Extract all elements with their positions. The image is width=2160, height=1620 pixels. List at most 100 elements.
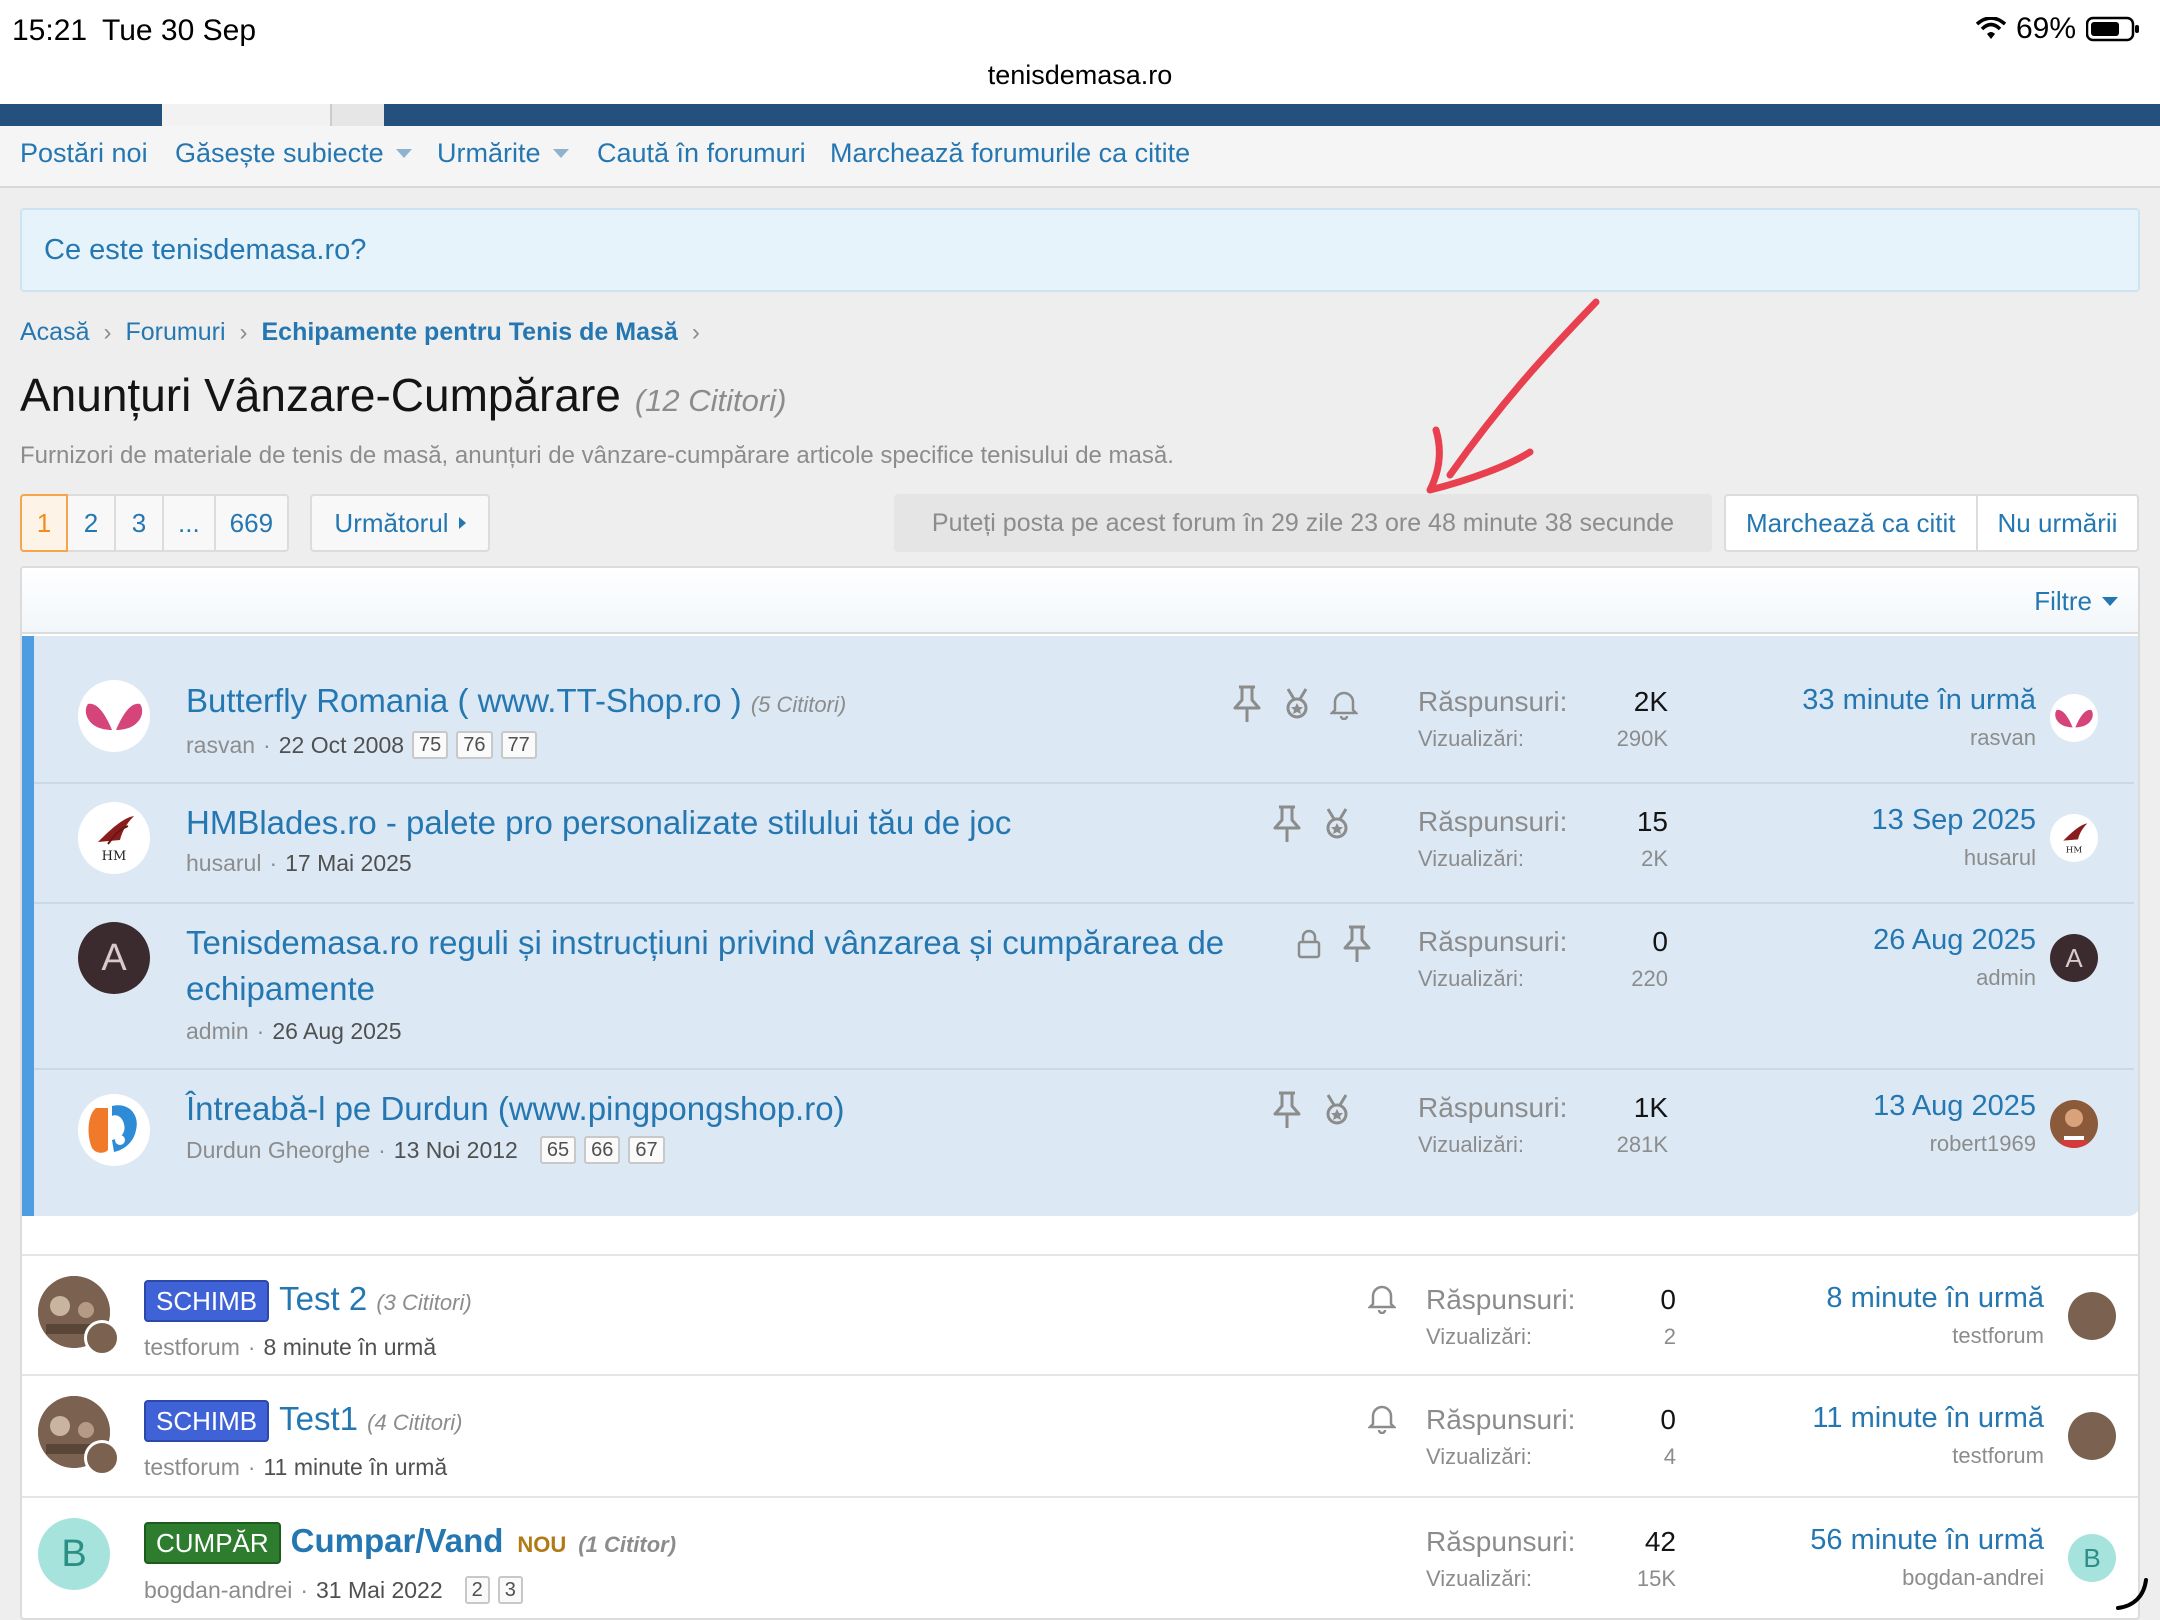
avatar[interactable]: A [78, 922, 150, 994]
last-post-user[interactable]: testforum [1664, 1323, 2044, 1349]
thread-page-link[interactable]: 3 [497, 1576, 523, 1604]
thread-author[interactable]: husarul [186, 850, 261, 877]
thread-date[interactable]: 13 Noi 2012 [394, 1137, 518, 1164]
breadcrumb-category[interactable]: Echipamente pentru Tenis de Masă [262, 318, 678, 347]
battery-icon [2086, 16, 2139, 42]
last-poster-avatar[interactable]: HM [2050, 814, 2098, 862]
last-poster-avatar[interactable]: A [2050, 934, 2098, 982]
thread-author[interactable]: admin [186, 1018, 249, 1045]
thread-row[interactable]: HM HMBlades.ro - palete pro personalizat… [34, 784, 2134, 904]
thread-status-icons [1230, 684, 1358, 724]
thread-date[interactable]: 8 minute în urmă [264, 1334, 437, 1361]
thread-title-text[interactable]: Tenisdemasa.ro reguli și instrucțiuni pr… [186, 924, 1224, 1007]
thread-page-link[interactable]: 66 [584, 1136, 621, 1164]
breadcrumb: Acasă › Forumuri › Echipamente pentru Te… [20, 318, 700, 347]
last-poster-avatar[interactable] [2050, 1100, 2098, 1148]
subnav-search-forums[interactable]: Caută în forumuri [597, 138, 806, 169]
last-post-user[interactable]: robert1969 [1656, 1131, 2036, 1157]
address-url[interactable]: tenisdemasa.ro [0, 60, 2160, 91]
thread-page-link[interactable]: 65 [539, 1136, 577, 1164]
thread-title[interactable]: CUMPĂR Cumpar/Vand NOU (1 Cititor) [144, 1518, 676, 1568]
subnav-mark-forums-read[interactable]: Marchează forumurile ca citite [830, 138, 1190, 169]
nav-tab-toggle[interactable] [330, 104, 384, 126]
thread-title-text[interactable]: HMBlades.ro - palete pro personalizate s… [186, 804, 1011, 841]
next-page-button[interactable]: Următorul [310, 494, 490, 552]
avatar[interactable] [78, 680, 150, 752]
page-link[interactable]: 3 [116, 496, 164, 550]
last-post-user[interactable]: testforum [1664, 1443, 2044, 1469]
last-post-time[interactable]: 56 minute în urmă [1664, 1524, 2044, 1557]
thread-author[interactable]: rasvan [186, 732, 255, 759]
last-post-user[interactable]: bogdan-andrei [1664, 1565, 2044, 1591]
thread-author[interactable]: Durdun Gheorghe [186, 1137, 370, 1164]
thread-author[interactable]: bogdan-andrei [144, 1577, 292, 1604]
avatar[interactable] [78, 1094, 150, 1166]
unwatch-button[interactable]: Nu urmării [1975, 496, 2138, 550]
avatar[interactable]: B [38, 1518, 110, 1590]
thread-title-text[interactable]: Cumpar/Vand [291, 1522, 504, 1559]
last-post-time[interactable]: 8 minute în urmă [1664, 1282, 2044, 1315]
page-link[interactable]: 669 [216, 496, 287, 550]
page-jump[interactable]: ... [164, 496, 216, 550]
thread-title[interactable]: Butterfly Romania ( www.TT-Shop.ro ) (5 … [186, 678, 846, 728]
last-poster-avatar[interactable] [2068, 1292, 2116, 1340]
last-post-time[interactable]: 13 Sep 2025 [1656, 804, 2036, 837]
thread-title[interactable]: Tenisdemasa.ro reguli și instrucțiuni pr… [186, 920, 1296, 1012]
thread-row[interactable]: SCHIMB Test1 (4 Cititori) testforum · 11 mi… [22, 1376, 2138, 1498]
breadcrumb-forums[interactable]: Forumuri [125, 318, 225, 347]
thread-date[interactable]: 11 minute în urmă [264, 1454, 448, 1481]
thread-title[interactable]: SCHIMB Test1 (4 Cititori) [144, 1396, 463, 1446]
thread-page-link[interactable]: 67 [628, 1136, 665, 1164]
thread-title-text[interactable]: Întreabă-l pe Durdun (www.pingpongshop.r… [186, 1090, 845, 1127]
award-icon [1286, 688, 1308, 719]
thread-prefix-label[interactable]: SCHIMB [144, 1280, 270, 1323]
last-post-time[interactable]: 13 Aug 2025 [1656, 1090, 2036, 1123]
last-poster-avatar[interactable] [2068, 1412, 2116, 1460]
thread-title[interactable]: Întreabă-l pe Durdun (www.pingpongshop.r… [186, 1086, 845, 1132]
breadcrumb-home[interactable]: Acasă [20, 318, 89, 347]
page-link[interactable]: 2 [68, 496, 116, 550]
thread-date[interactable]: 31 Mai 2022 [316, 1577, 443, 1604]
last-post-user[interactable]: rasvan [1656, 725, 2036, 751]
notice-text[interactable]: Ce este tenisdemasa.ro? [44, 234, 366, 267]
thread-prefix-label[interactable]: SCHIMB [144, 1400, 270, 1443]
last-poster-avatar[interactable]: B [2068, 1534, 2116, 1582]
chevron-right-icon [458, 517, 466, 529]
last-poster-avatar[interactable] [2050, 694, 2098, 742]
thread-title[interactable]: HMBlades.ro - palete pro personalizate s… [186, 800, 1011, 846]
subnav-watched[interactable]: Urmărite [437, 138, 569, 169]
thread-row[interactable]: Butterfly Romania ( www.TT-Shop.ro ) (5 … [34, 636, 2134, 784]
thread-date[interactable]: 26 Aug 2025 [272, 1018, 401, 1045]
thread-page-link[interactable]: 2 [464, 1576, 490, 1604]
thread-row[interactable]: Întreabă-l pe Durdun (www.pingpongshop.r… [34, 1070, 2134, 1216]
subnav-label: Marchează forumurile ca citite [830, 138, 1191, 168]
thread-row[interactable]: A Tenisdemasa.ro reguli și instrucțiuni … [34, 904, 2134, 1070]
thread-author[interactable]: testforum [144, 1334, 240, 1361]
thread-status-icons [1368, 1282, 1396, 1314]
thread-date[interactable]: 17 Mai 2025 [285, 850, 412, 877]
thread-page-link[interactable]: 76 [456, 731, 493, 759]
subnav-new-posts[interactable]: Postări noi [20, 138, 148, 169]
last-post-time[interactable]: 11 minute în urmă [1664, 1402, 2044, 1435]
subnav-find-threads[interactable]: Găsește subiecte [175, 138, 412, 169]
thread-row[interactable]: SCHIMB Test 2 (3 Cititori) testforum · 8 mi… [22, 1254, 2138, 1376]
thread-title-text[interactable]: Test 2 [279, 1280, 367, 1317]
thread-date[interactable]: 22 Oct 2008 [279, 732, 404, 759]
thread-title-text[interactable]: Butterfly Romania ( www.TT-Shop.ro ) [186, 682, 742, 719]
thread-title-text[interactable]: Test1 [279, 1400, 358, 1437]
last-post-user[interactable]: admin [1656, 965, 2036, 991]
thread-prefix-label[interactable]: CUMPĂR [144, 1522, 281, 1565]
mark-read-button[interactable]: Marchează ca citit [1726, 496, 1976, 550]
filters-button[interactable]: Filtre [2034, 586, 2118, 617]
notice-box[interactable]: Ce este tenisdemasa.ro? [20, 208, 2140, 292]
thread-page-link[interactable]: 75 [412, 731, 449, 759]
avatar[interactable]: HM [78, 802, 150, 874]
thread-row[interactable]: B CUMPĂR Cumpar/Vand NOU (1 Cititor) bogdan… [22, 1498, 2138, 1618]
last-post-user[interactable]: husarul [1656, 845, 2036, 871]
last-post-time[interactable]: 33 minute în urmă [1656, 684, 2036, 717]
page-link[interactable]: 1 [20, 494, 68, 552]
thread-title[interactable]: SCHIMB Test 2 (3 Cititori) [144, 1276, 472, 1326]
thread-page-link[interactable]: 77 [500, 731, 537, 759]
thread-author[interactable]: testforum [144, 1454, 240, 1481]
last-post-time[interactable]: 26 Aug 2025 [1656, 924, 2036, 957]
